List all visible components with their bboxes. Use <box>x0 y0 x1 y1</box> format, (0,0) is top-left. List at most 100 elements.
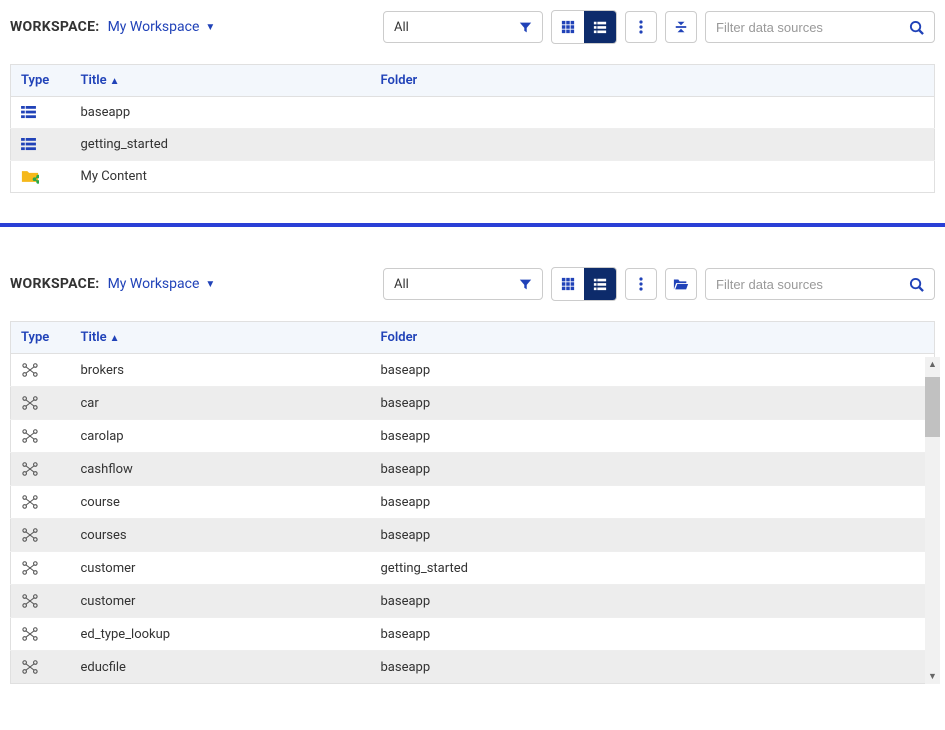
table-row[interactable]: customerbaseapp <box>11 585 935 618</box>
scrollbar-track[interactable]: ▲ ▼ <box>925 357 940 684</box>
column-header-type[interactable]: Type <box>11 322 71 354</box>
view-toggle-group <box>551 10 617 44</box>
cell-folder: baseapp <box>371 387 935 420</box>
cell-title: cashflow <box>71 453 371 486</box>
sort-asc-icon: ▲ <box>110 333 120 344</box>
cell-title: carolap <box>71 420 371 453</box>
panel-bottom: WORKSPACE: My Workspace ▼ All <box>0 257 945 694</box>
synapse-icon <box>21 362 61 378</box>
toolbar: WORKSPACE: My Workspace ▼ All <box>10 10 935 44</box>
folder-share-icon <box>21 169 61 184</box>
caret-down-icon: ▼ <box>205 279 215 290</box>
table-row[interactable]: coursesbaseapp <box>11 519 935 552</box>
workspace-dropdown[interactable]: My Workspace ▼ <box>108 276 216 292</box>
search-icon[interactable] <box>909 277 924 292</box>
cell-type <box>11 651 71 684</box>
column-header-title[interactable]: Title▲ <box>71 65 371 97</box>
search-box[interactable] <box>705 11 935 43</box>
cell-type <box>11 618 71 651</box>
workspace-dropdown[interactable]: My Workspace ▼ <box>108 19 216 35</box>
cell-title: customer <box>71 585 371 618</box>
workspace-name: My Workspace <box>108 276 200 292</box>
cell-title: brokers <box>71 354 371 387</box>
cell-type <box>11 161 71 193</box>
column-header-folder[interactable]: Folder <box>371 322 935 354</box>
cell-type <box>11 585 71 618</box>
table-row[interactable]: baseapp <box>11 97 935 129</box>
search-icon[interactable] <box>909 20 924 35</box>
folder-open-button[interactable] <box>665 268 697 300</box>
search-box[interactable] <box>705 268 935 300</box>
table-row[interactable]: carbaseapp <box>11 387 935 420</box>
cell-title: ed_type_lookup <box>71 618 371 651</box>
more-options-button[interactable] <box>625 11 657 43</box>
scroll-up-icon[interactable]: ▲ <box>925 357 940 372</box>
more-options-button[interactable] <box>625 268 657 300</box>
synapse-icon <box>21 626 61 642</box>
table-row[interactable]: customergetting_started <box>11 552 935 585</box>
filter-type-select[interactable]: All <box>383 268 543 300</box>
cell-title: educfile <box>71 651 371 684</box>
table-row[interactable]: ed_type_lookupbaseapp <box>11 618 935 651</box>
sort-asc-icon: ▲ <box>110 76 120 87</box>
filter-type-value: All <box>394 277 409 292</box>
cell-type <box>11 387 71 420</box>
view-list-button[interactable] <box>584 268 616 300</box>
funnel-icon <box>519 278 532 291</box>
table-scroll-area: Type Title▲ Folder brokersbaseappcarbase… <box>10 321 935 684</box>
cell-folder <box>371 129 935 161</box>
filter-type-select[interactable]: All <box>383 11 543 43</box>
search-input[interactable] <box>716 277 909 292</box>
synapse-icon <box>21 527 61 543</box>
view-grid-button[interactable] <box>552 268 584 300</box>
cell-type <box>11 453 71 486</box>
data-table-2: Type Title▲ Folder brokersbaseappcarbase… <box>10 321 935 684</box>
cell-type <box>11 552 71 585</box>
cell-type <box>11 97 71 129</box>
view-grid-button[interactable] <box>552 11 584 43</box>
cell-folder: baseapp <box>371 354 935 387</box>
cell-type <box>11 420 71 453</box>
search-input[interactable] <box>716 20 909 35</box>
table-row[interactable]: cashflowbaseapp <box>11 453 935 486</box>
view-toggle-group <box>551 267 617 301</box>
cell-folder: getting_started <box>371 552 935 585</box>
cell-folder: baseapp <box>371 519 935 552</box>
caret-down-icon: ▼ <box>205 22 215 33</box>
synapse-icon <box>21 428 61 444</box>
synapse-icon <box>21 395 61 411</box>
synapse-icon <box>21 560 61 576</box>
collapse-button[interactable] <box>665 11 697 43</box>
cell-title: baseapp <box>71 97 371 129</box>
table-row[interactable]: getting_started <box>11 129 935 161</box>
column-header-type[interactable]: Type <box>11 65 71 97</box>
table-row[interactable]: brokersbaseapp <box>11 354 935 387</box>
panel-top: WORKSPACE: My Workspace ▼ All <box>0 0 945 203</box>
cell-title: customer <box>71 552 371 585</box>
view-list-button[interactable] <box>584 11 616 43</box>
cell-folder: baseapp <box>371 453 935 486</box>
data-table-1: Type Title▲ Folder baseappgetting_starte… <box>10 64 935 193</box>
synapse-icon <box>21 461 61 477</box>
table-row[interactable]: coursebaseapp <box>11 486 935 519</box>
table-row[interactable]: educfilebaseapp <box>11 651 935 684</box>
cell-title: getting_started <box>71 129 371 161</box>
cell-title: courses <box>71 519 371 552</box>
synapse-icon <box>21 593 61 609</box>
cell-title: course <box>71 486 371 519</box>
toolbar: WORKSPACE: My Workspace ▼ All <box>10 267 935 301</box>
cell-folder: baseapp <box>371 651 935 684</box>
cell-title: car <box>71 387 371 420</box>
filter-type-value: All <box>394 20 409 35</box>
scroll-down-icon[interactable]: ▼ <box>925 669 940 684</box>
cell-title: My Content <box>71 161 371 193</box>
cell-folder: baseapp <box>371 486 935 519</box>
synapse-icon <box>21 659 61 675</box>
table-row[interactable]: carolapbaseapp <box>11 420 935 453</box>
scrollbar-thumb[interactable] <box>925 377 940 437</box>
column-header-folder[interactable]: Folder <box>371 65 935 97</box>
table-row[interactable]: My Content <box>11 161 935 193</box>
column-header-title[interactable]: Title▲ <box>71 322 371 354</box>
funnel-icon <box>519 21 532 34</box>
cell-type <box>11 486 71 519</box>
